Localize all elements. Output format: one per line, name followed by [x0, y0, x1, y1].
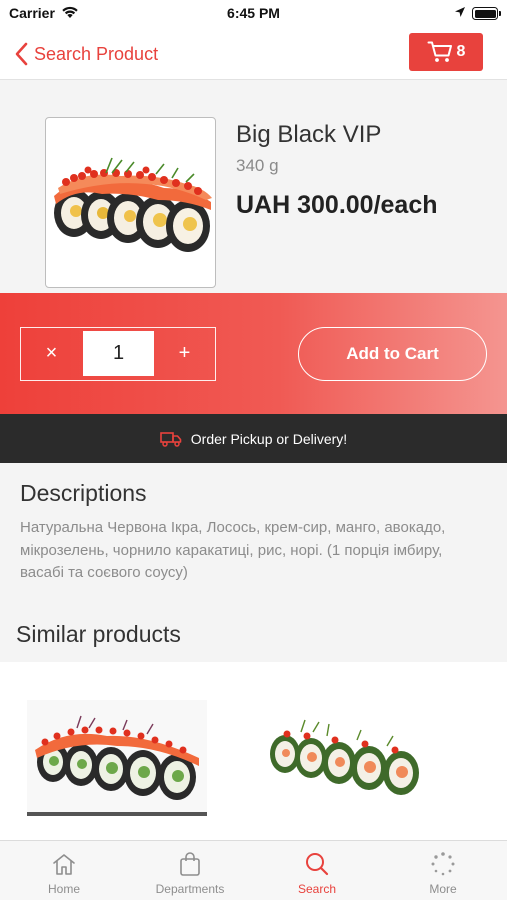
tab-home-label: Home	[47, 882, 80, 896]
tab-departments[interactable]: Departments	[127, 841, 253, 900]
similar-product-image	[270, 719, 419, 795]
delivery-banner[interactable]: Order Pickup or Delivery!	[0, 414, 507, 463]
back-button[interactable]: Search Product	[14, 40, 158, 68]
cart-button[interactable]: 8	[409, 33, 483, 71]
chevron-left-icon	[15, 42, 28, 66]
search-icon	[306, 853, 329, 876]
tab-bar: Home Departments Search More	[0, 840, 507, 900]
similar-products-heading: Similar products	[16, 621, 181, 647]
increase-quantity-button[interactable]: +	[154, 328, 215, 379]
quantity-stepper: × +	[20, 327, 216, 381]
purchase-bar: × + Add to Cart	[0, 293, 507, 414]
tab-more[interactable]: More	[380, 841, 506, 900]
battery-icon	[472, 7, 501, 20]
cart-icon	[427, 41, 452, 62]
delivery-truck-icon	[159, 431, 182, 447]
decrease-quantity-button[interactable]: ×	[21, 328, 82, 379]
home-icon	[53, 854, 75, 875]
plus-icon: +	[178, 342, 191, 364]
delivery-label: Order Pickup or Delivery!	[190, 430, 348, 447]
cart-count: 8	[456, 43, 466, 60]
add-to-cart-button[interactable]: Add to Cart	[298, 327, 487, 381]
navigation-bar: Search Product 8	[0, 28, 507, 80]
more-icon	[431, 852, 455, 876]
back-label: Search Product	[34, 43, 159, 64]
product-weight: 340 g	[236, 156, 279, 175]
tab-home[interactable]: Home	[1, 841, 127, 900]
descriptions-heading: Descriptions	[20, 480, 147, 506]
minus-icon: ×	[45, 342, 58, 364]
quantity-input[interactable]	[83, 331, 154, 376]
similar-product-card[interactable]	[27, 662, 207, 840]
similar-product-image	[27, 700, 207, 816]
similar-products-list	[0, 662, 507, 840]
descriptions-text: Натуральна Червона Ікра, Лосось, крем-си…	[20, 519, 446, 581]
similar-product-card[interactable]	[257, 662, 437, 840]
tab-search-label: Search	[297, 882, 337, 896]
product-header: Big Black VIP 340 g UAH 300.00/each	[0, 80, 507, 293]
status-bar: Carrier 6:45 PM	[0, 0, 507, 28]
location-arrow-icon	[455, 7, 465, 17]
product-name: Big Black VIP	[236, 121, 382, 148]
product-price: UAH 300.00/each	[236, 191, 438, 219]
product-image	[45, 117, 216, 288]
tab-departments-label: Departments	[155, 882, 225, 896]
tab-search[interactable]: Search	[254, 841, 380, 900]
clock: 6:45 PM	[227, 5, 280, 21]
bag-icon	[180, 852, 200, 876]
tab-more-label: More	[429, 882, 457, 896]
